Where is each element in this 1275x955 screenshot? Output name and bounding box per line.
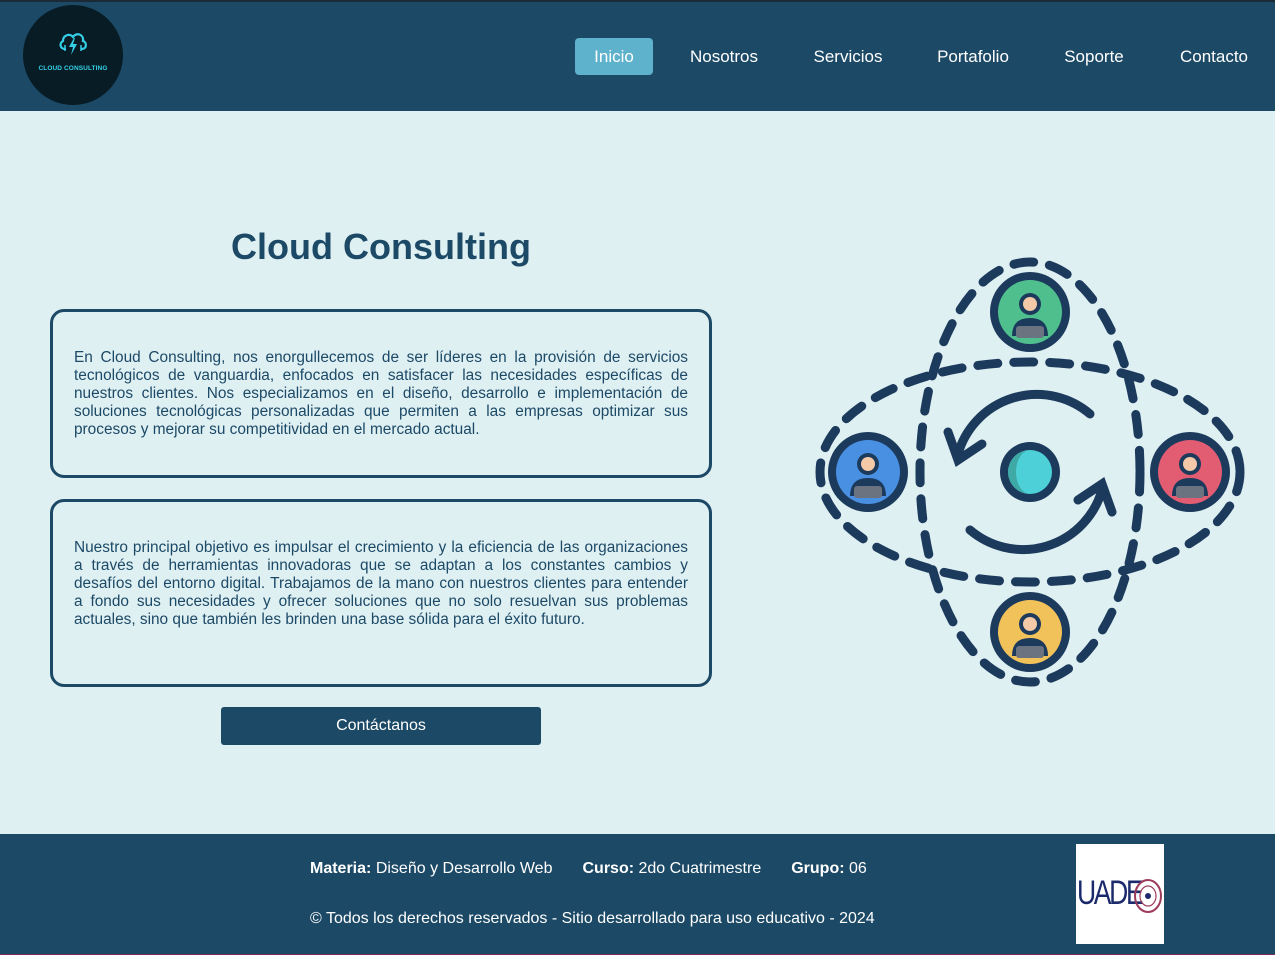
curso-value: 2do Cuatrimestre [638,860,762,877]
nav-item-servicios[interactable]: Servicios [808,38,888,75]
about-card-2: Nuestro principal objetivo es impulsar e… [50,499,712,687]
footer-info: Materia: Diseño y Desarrollo Web Curso: 2… [310,860,867,878]
nav-item-soporte[interactable]: Soporte [1058,38,1130,75]
nav-item-contacto[interactable]: Contacto [1174,38,1254,75]
person-node-top [990,272,1070,352]
grupo-value: 06 [849,860,867,877]
uade-logo-text: UADE [1077,874,1144,912]
person-node-right [1150,432,1230,512]
nav-item-portafolio[interactable]: Portafolio [932,38,1014,75]
center-node [1000,442,1060,502]
curso-label: Curso: [582,860,635,877]
person-node-bottom [990,592,1070,672]
person-node-left [828,432,908,512]
uade-logo: UADE [1076,844,1164,944]
page-title: Cloud Consulting [231,226,531,267]
grupo-label: Grupo: [791,860,845,877]
materia-label: Materia: [310,860,372,877]
materia-value: Diseño y Desarrollo Web [375,860,553,877]
contact-button[interactable]: Contáctanos [221,707,541,745]
main-nav: Inicio Nosotros Servicios Portafolio Sop… [0,38,1275,76]
nav-item-inicio[interactable]: Inicio [575,38,653,75]
copyright: © Todos los derechos reservados - Sitio … [310,910,875,927]
network-people-icon [815,257,1245,687]
about-paragraph-2: Nuestro principal objetivo es impulsar e… [74,539,688,628]
footer: Materia: Diseño y Desarrollo Web Curso: 2… [0,834,1275,955]
uade-seal-icon [1134,879,1162,913]
header: CLOUD CONSULTING Inicio Nosotros Servici… [0,2,1275,111]
about-paragraph-1: En Cloud Consulting, nos enorgullecemos … [74,349,688,438]
nav-item-nosotros[interactable]: Nosotros [684,38,764,75]
about-card-1: En Cloud Consulting, nos enorgullecemos … [50,309,712,478]
